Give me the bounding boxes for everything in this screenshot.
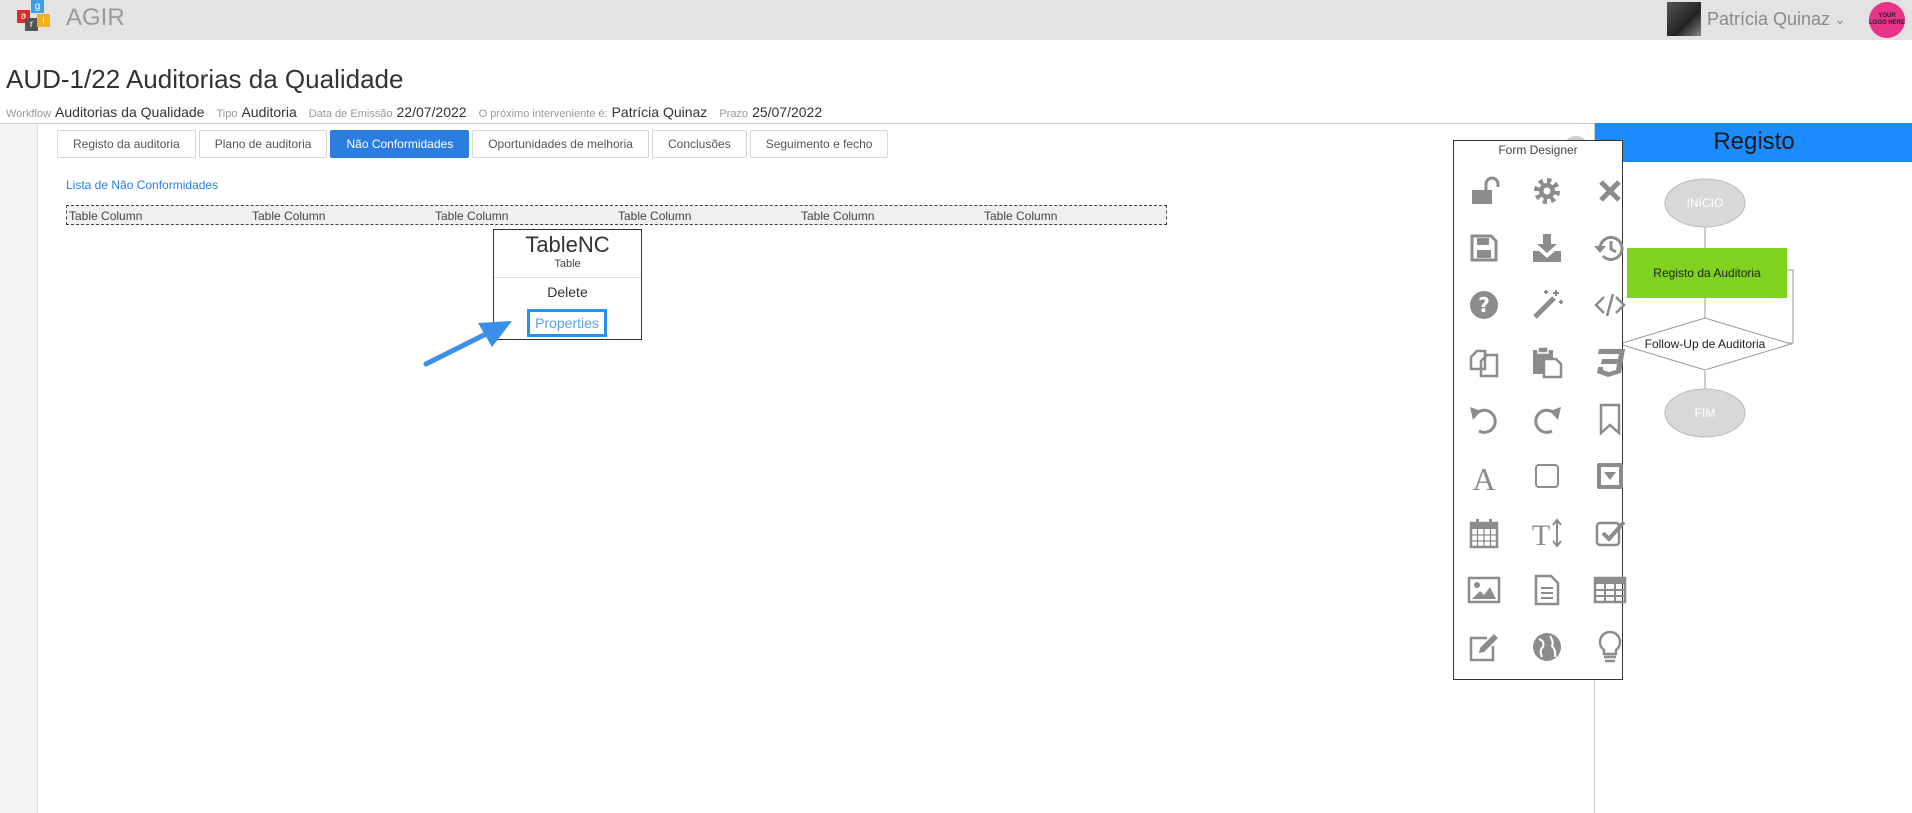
history-icon[interactable] <box>1590 228 1630 268</box>
table-column-header[interactable]: Table Column <box>69 209 142 223</box>
table-column-header[interactable]: Table Column <box>984 209 1057 223</box>
tab-plano-auditoria[interactable]: Plano de auditoria <box>198 130 328 158</box>
workflow-panel: Registo INÍCIO Registo da Auditoria Foll… <box>1594 123 1912 813</box>
chevron-down-icon: ⌄ <box>1834 10 1846 27</box>
context-menu-divider <box>494 277 641 278</box>
meta-label: Data de Emissão <box>308 108 393 120</box>
workflow-diagram: INÍCIO Registo da Auditoria Follow-Up de… <box>1617 178 1794 438</box>
edit-icon[interactable] <box>1464 627 1504 667</box>
table-icon[interactable] <box>1590 570 1630 610</box>
dropdown-icon[interactable] <box>1590 456 1630 496</box>
pointer-arrow-icon <box>423 321 512 367</box>
meta-value: Patrícia Quinaz <box>611 104 708 120</box>
tab-seguimento-fecho[interactable]: Seguimento e fecho <box>749 130 889 158</box>
brand-logo: YOUR LOGO HERE <box>1869 2 1905 38</box>
properties-menu-item[interactable]: Properties <box>527 309 607 337</box>
divider <box>0 123 1595 124</box>
meta-label: Tipo <box>216 108 238 120</box>
brand-logo-text: YOUR LOGO HERE <box>1869 13 1906 26</box>
globe-icon[interactable] <box>1527 627 1567 667</box>
magic-wand-icon[interactable] <box>1527 285 1567 325</box>
tab-bar: Registo da auditoria Plano de auditoria … <box>57 130 891 158</box>
form-designer-toolbox: ? A T <box>1464 171 1630 667</box>
document-icon[interactable] <box>1527 570 1567 610</box>
tab-registo-auditoria[interactable]: Registo da auditoria <box>57 130 196 158</box>
text-icon[interactable]: A <box>1464 456 1504 496</box>
table-column-header[interactable]: Table Column <box>801 209 874 223</box>
meta-value: Auditoria <box>241 104 297 120</box>
checkbox-icon[interactable] <box>1590 513 1630 553</box>
context-menu-subtitle: Table <box>554 258 581 270</box>
page-title: AUD-1/22 Auditorias da Qualidade <box>6 64 404 94</box>
copy-icon[interactable] <box>1464 342 1504 382</box>
meta-label: Workflow <box>6 108 52 120</box>
bookmark-icon[interactable] <box>1590 399 1630 439</box>
delete-menu-item[interactable]: Delete <box>494 284 641 300</box>
code-icon[interactable] <box>1590 285 1630 325</box>
css3-icon[interactable] <box>1590 342 1630 382</box>
lightbulb-icon[interactable] <box>1590 627 1630 667</box>
context-menu-title: TableNC <box>525 232 610 257</box>
workflow-node-register-label: Registo da Auditoria <box>1653 266 1761 280</box>
tab-oportunidades-melhoria[interactable]: Oportunidades de melhoria <box>472 130 649 158</box>
image-icon[interactable] <box>1464 570 1504 610</box>
paste-icon[interactable] <box>1527 342 1567 382</box>
logo-letter: i <box>37 14 50 27</box>
logo-letter: g <box>31 0 44 13</box>
form-designer-panel: Form Designer ? A T <box>1453 140 1627 680</box>
meta-label: Prazo <box>719 108 749 120</box>
download-icon[interactable] <box>1527 228 1567 268</box>
workflow-node-followup-label: Follow-Up de Auditoria <box>1645 337 1766 351</box>
list-title: Lista de Não Conformidades <box>66 178 219 192</box>
close-icon[interactable] <box>1590 171 1630 211</box>
top-bar: a g r i AGIR Patrícia Quinaz ⌄ YOUR LOGO… <box>0 0 1912 40</box>
meta-value: 25/07/2022 <box>752 104 823 120</box>
svg-text:T: T <box>1532 519 1550 550</box>
save-icon[interactable] <box>1464 228 1504 268</box>
svg-text:A: A <box>1472 461 1495 493</box>
form-designer-title: Form Designer <box>1498 143 1578 157</box>
gear-icon[interactable] <box>1527 171 1567 211</box>
meta-value: Auditorias da Qualidade <box>55 104 205 120</box>
table-column-header[interactable]: Table Column <box>618 209 691 223</box>
meta-label: O próximo interveniente é: <box>478 108 608 120</box>
square-icon[interactable] <box>1527 456 1567 496</box>
table-column-header[interactable]: Table Column <box>435 209 508 223</box>
workflow-node-start-label: INÍCIO <box>1687 195 1724 210</box>
undo-icon[interactable] <box>1464 399 1504 439</box>
table-column-header[interactable]: Table Column <box>252 209 325 223</box>
workflow-node-end-label: FIM <box>1695 406 1716 420</box>
avatar <box>1667 2 1701 36</box>
text-height-icon[interactable]: T <box>1527 513 1567 553</box>
left-gutter <box>0 124 38 813</box>
user-menu[interactable]: Patrícia Quinaz ⌄ <box>1667 2 1846 36</box>
app-logo[interactable]: a g r i <box>15 0 51 32</box>
unlock-icon[interactable] <box>1464 171 1504 211</box>
tab-nao-conformidades[interactable]: Não Conformidades <box>330 130 470 158</box>
svg-text:?: ? <box>1478 293 1490 317</box>
tab-conclusoes[interactable]: Conclusões <box>651 130 747 158</box>
user-name: Patrícia Quinaz <box>1707 8 1831 29</box>
app-name: AGIR <box>66 4 125 31</box>
meta-value: 22/07/2022 <box>396 104 467 120</box>
help-icon[interactable]: ? <box>1464 285 1504 325</box>
document-meta: Workflow Auditorias da Qualidade Tipo Au… <box>6 104 834 120</box>
calendar-icon[interactable] <box>1464 513 1504 553</box>
redo-icon[interactable] <box>1527 399 1567 439</box>
table-header[interactable]: Table Column Table Column Table Column T… <box>66 205 1167 225</box>
